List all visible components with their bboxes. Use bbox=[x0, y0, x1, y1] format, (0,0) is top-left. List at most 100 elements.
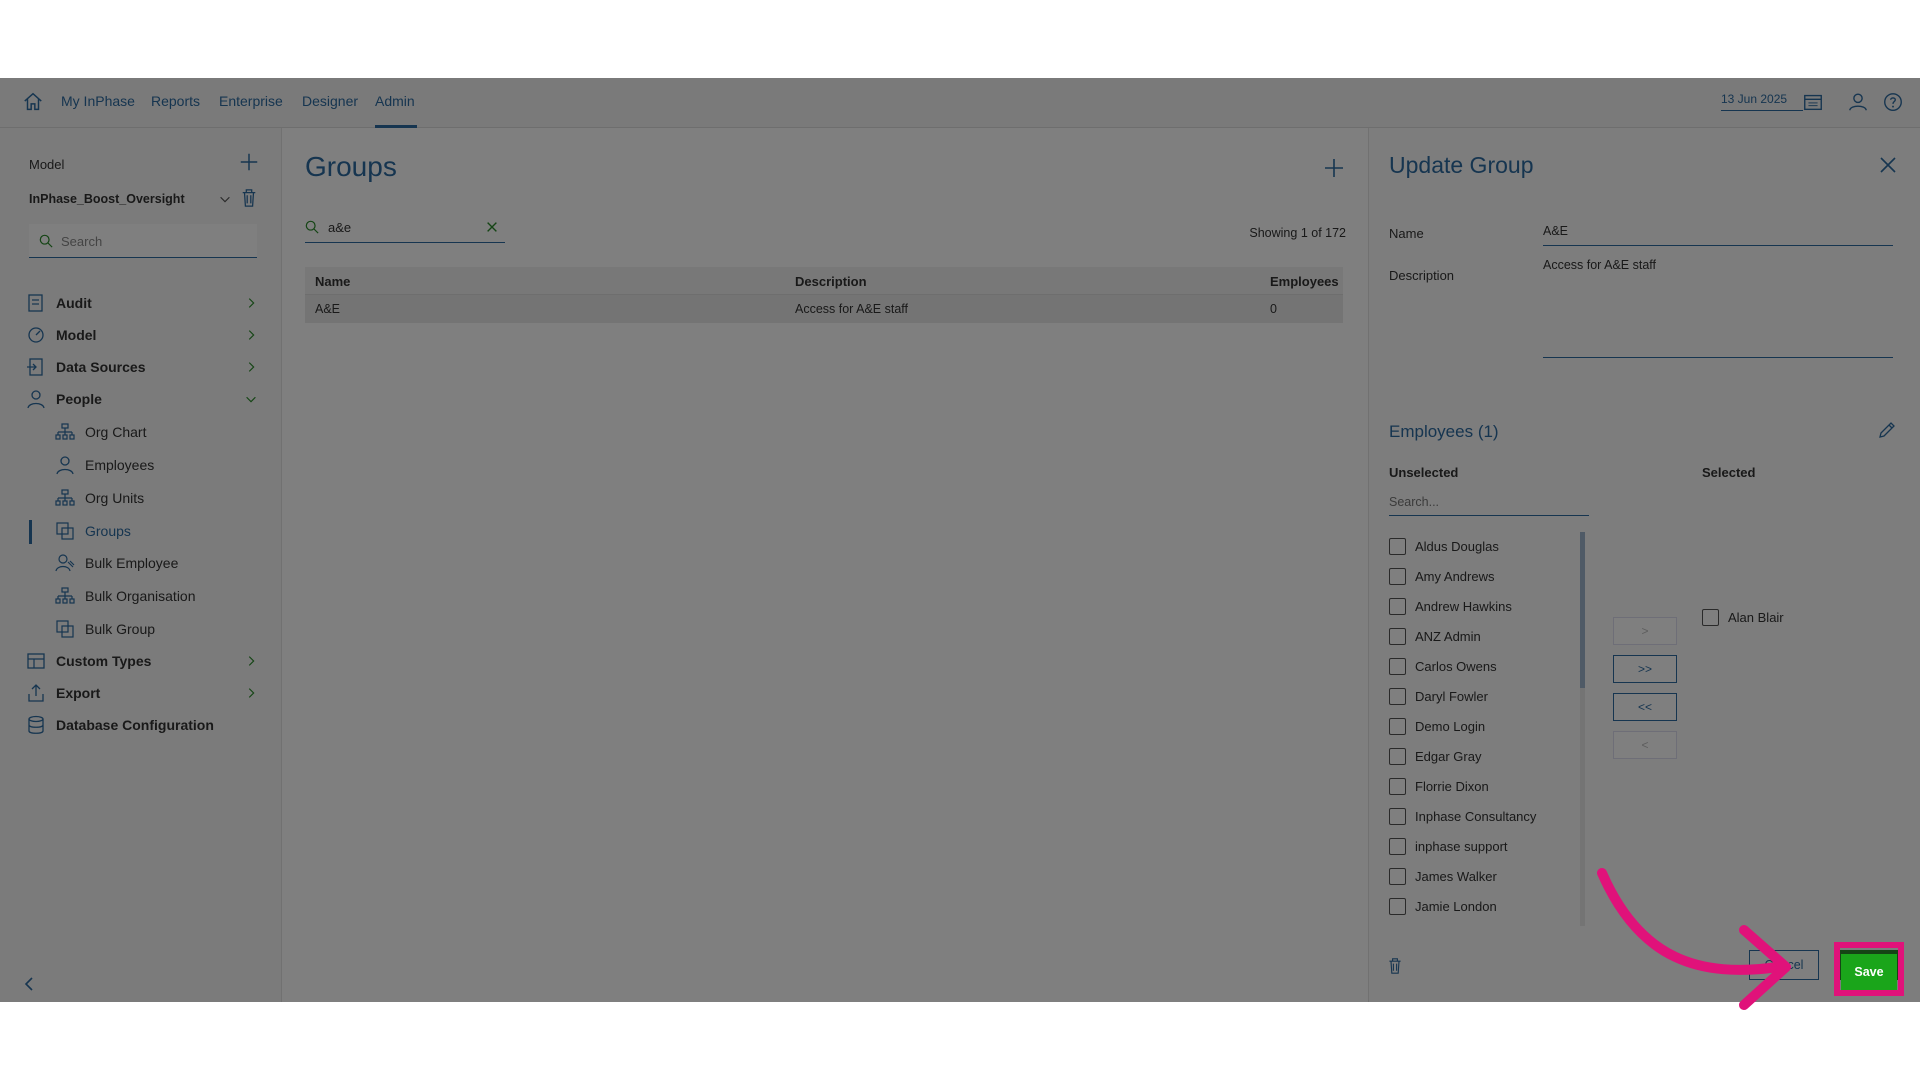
sidebar-subitem-org-chart[interactable]: Org Chart bbox=[55, 420, 265, 446]
move-selected-right-button[interactable]: > bbox=[1613, 617, 1677, 645]
sidebar-search-input[interactable] bbox=[61, 224, 251, 258]
sidebar-subitem-label: Org Chart bbox=[85, 424, 147, 440]
sidebar-subitem-employees[interactable]: Employees bbox=[55, 453, 265, 479]
column-header-name[interactable]: Name bbox=[315, 274, 350, 289]
scrollbar-thumb[interactable] bbox=[1580, 532, 1585, 688]
sidebar-subitem-label: Bulk Group bbox=[85, 621, 156, 637]
name-input[interactable] bbox=[1543, 218, 1893, 244]
clear-search-icon[interactable] bbox=[485, 220, 499, 234]
close-icon[interactable] bbox=[1879, 156, 1897, 174]
sidebar-item-data-sources[interactable]: Data Sources bbox=[26, 355, 262, 381]
nav-designer[interactable]: Designer bbox=[302, 93, 358, 109]
help-icon[interactable] bbox=[1882, 91, 1904, 113]
list-item[interactable]: Demo Login bbox=[1389, 716, 1579, 738]
checkbox[interactable] bbox=[1389, 838, 1406, 855]
employee-search[interactable] bbox=[1389, 490, 1589, 516]
list-item[interactable]: Andrew Hawkins bbox=[1389, 596, 1579, 618]
sidebar-subitem-org-units[interactable]: Org Units bbox=[55, 486, 265, 512]
move-all-right-button[interactable]: >> bbox=[1613, 655, 1677, 683]
chevron-right-icon bbox=[248, 330, 255, 340]
list-item[interactable]: ANZ Admin bbox=[1389, 626, 1579, 648]
add-group-icon[interactable] bbox=[1322, 156, 1346, 180]
table-row[interactable]: A&E Access for A&E staff 0 bbox=[305, 294, 1343, 323]
checkbox[interactable] bbox=[1389, 538, 1406, 555]
nav-my-inphase[interactable]: My InPhase bbox=[61, 93, 135, 109]
move-all-left-button[interactable]: << bbox=[1613, 693, 1677, 721]
employees-section-title: Employees (1) bbox=[1389, 422, 1499, 441]
selected-list-item[interactable]: Alan Blair bbox=[1702, 607, 1882, 629]
groups-search[interactable] bbox=[305, 213, 505, 243]
nav-reports[interactable]: Reports bbox=[151, 93, 200, 109]
collapse-sidebar-icon[interactable] bbox=[22, 976, 36, 992]
sidebar-item-database-configuration[interactable]: Database Configuration bbox=[26, 713, 262, 739]
list-item[interactable]: Daryl Fowler bbox=[1389, 686, 1579, 708]
checkbox[interactable] bbox=[1389, 898, 1406, 915]
checkbox[interactable] bbox=[1389, 568, 1406, 585]
name-label: Name bbox=[1389, 226, 1424, 241]
description-field[interactable]: Access for A&E staff bbox=[1543, 258, 1893, 358]
sidebar-subitem-label: Bulk Organisation bbox=[85, 588, 196, 604]
model-icon bbox=[28, 327, 44, 343]
sidebar-item-audit[interactable]: Audit bbox=[26, 291, 262, 317]
checkbox[interactable] bbox=[1389, 718, 1406, 735]
sidebar-search[interactable] bbox=[29, 224, 257, 258]
list-item[interactable]: Aldus Douglas bbox=[1389, 536, 1579, 558]
cancel-button[interactable]: Cancel bbox=[1749, 950, 1819, 980]
sidebar-item-people[interactable]: People bbox=[26, 387, 262, 413]
employee-search-input[interactable] bbox=[1389, 490, 1589, 514]
sidebar-subitem-label: Bulk Employee bbox=[85, 555, 179, 571]
bulk-employee-icon bbox=[55, 554, 75, 572]
home-icon[interactable] bbox=[22, 91, 44, 113]
calendar-icon[interactable] bbox=[1802, 91, 1824, 113]
checkbox[interactable] bbox=[1389, 598, 1406, 615]
groups-search-input[interactable] bbox=[328, 213, 478, 241]
sidebar-item-export[interactable]: Export bbox=[26, 681, 262, 707]
top-nav: My InPhase Reports Enterprise Designer A… bbox=[0, 78, 1920, 128]
list-item[interactable]: Edgar Gray bbox=[1389, 746, 1579, 768]
highlight-box bbox=[1834, 942, 1904, 996]
edit-pen-icon[interactable] bbox=[1877, 420, 1897, 440]
add-model-icon[interactable] bbox=[238, 151, 260, 173]
date-field[interactable]: 13 Jun 2025 bbox=[1721, 92, 1803, 111]
list-item[interactable]: Amy Andrews bbox=[1389, 566, 1579, 588]
list-item[interactable]: Jamie London bbox=[1389, 896, 1579, 918]
list-item[interactable]: inphase support bbox=[1389, 836, 1579, 858]
checkbox[interactable] bbox=[1389, 868, 1406, 885]
description-input[interactable]: Access for A&E staff bbox=[1543, 258, 1893, 356]
sidebar-item-model[interactable]: Model bbox=[26, 323, 262, 349]
checkbox[interactable] bbox=[1389, 748, 1406, 765]
description-label: Description bbox=[1389, 268, 1455, 283]
sidebar-subitem-bulk-employee[interactable]: Bulk Employee bbox=[55, 551, 265, 577]
sidebar-subitem-bulk-group[interactable]: Bulk Group bbox=[55, 617, 265, 643]
checkbox[interactable] bbox=[1389, 808, 1406, 825]
sidebar-item-custom-types[interactable]: Custom Types bbox=[26, 649, 262, 675]
user-icon[interactable] bbox=[1847, 91, 1869, 113]
active-indicator bbox=[29, 520, 32, 544]
app-window: My InPhase Reports Enterprise Designer A… bbox=[0, 78, 1920, 1002]
trash-icon[interactable] bbox=[240, 188, 258, 208]
nav-enterprise[interactable]: Enterprise bbox=[219, 93, 283, 109]
name-field[interactable] bbox=[1543, 218, 1893, 246]
list-item[interactable]: James Walker bbox=[1389, 866, 1579, 888]
selected-header: Selected bbox=[1702, 465, 1756, 480]
list-item[interactable]: Carlos Owens bbox=[1389, 656, 1579, 678]
sidebar-subitem-bulk-organisation[interactable]: Bulk Organisation bbox=[55, 584, 265, 610]
unselected-header: Unselected bbox=[1389, 465, 1459, 480]
move-selected-left-button[interactable]: < bbox=[1613, 731, 1677, 759]
column-header-employees[interactable]: Employees bbox=[1270, 274, 1339, 289]
sidebar-subitem-groups[interactable]: Groups bbox=[55, 519, 265, 545]
model-select[interactable]: InPhase_Boost_Oversight bbox=[29, 192, 185, 206]
chevron-down-icon[interactable] bbox=[218, 192, 232, 206]
checkbox[interactable] bbox=[1389, 658, 1406, 675]
search-icon bbox=[39, 234, 53, 248]
nav-admin[interactable]: Admin bbox=[375, 93, 415, 109]
checkbox[interactable] bbox=[1389, 688, 1406, 705]
checkbox[interactable] bbox=[1702, 609, 1719, 626]
column-header-description[interactable]: Description bbox=[795, 274, 867, 289]
sidebar-subitem-label: Org Units bbox=[85, 490, 145, 506]
list-item[interactable]: Florrie Dixon bbox=[1389, 776, 1579, 798]
checkbox[interactable] bbox=[1389, 628, 1406, 645]
list-item[interactable]: Inphase Consultancy bbox=[1389, 806, 1579, 828]
checkbox[interactable] bbox=[1389, 778, 1406, 795]
delete-group-icon[interactable] bbox=[1387, 956, 1403, 976]
